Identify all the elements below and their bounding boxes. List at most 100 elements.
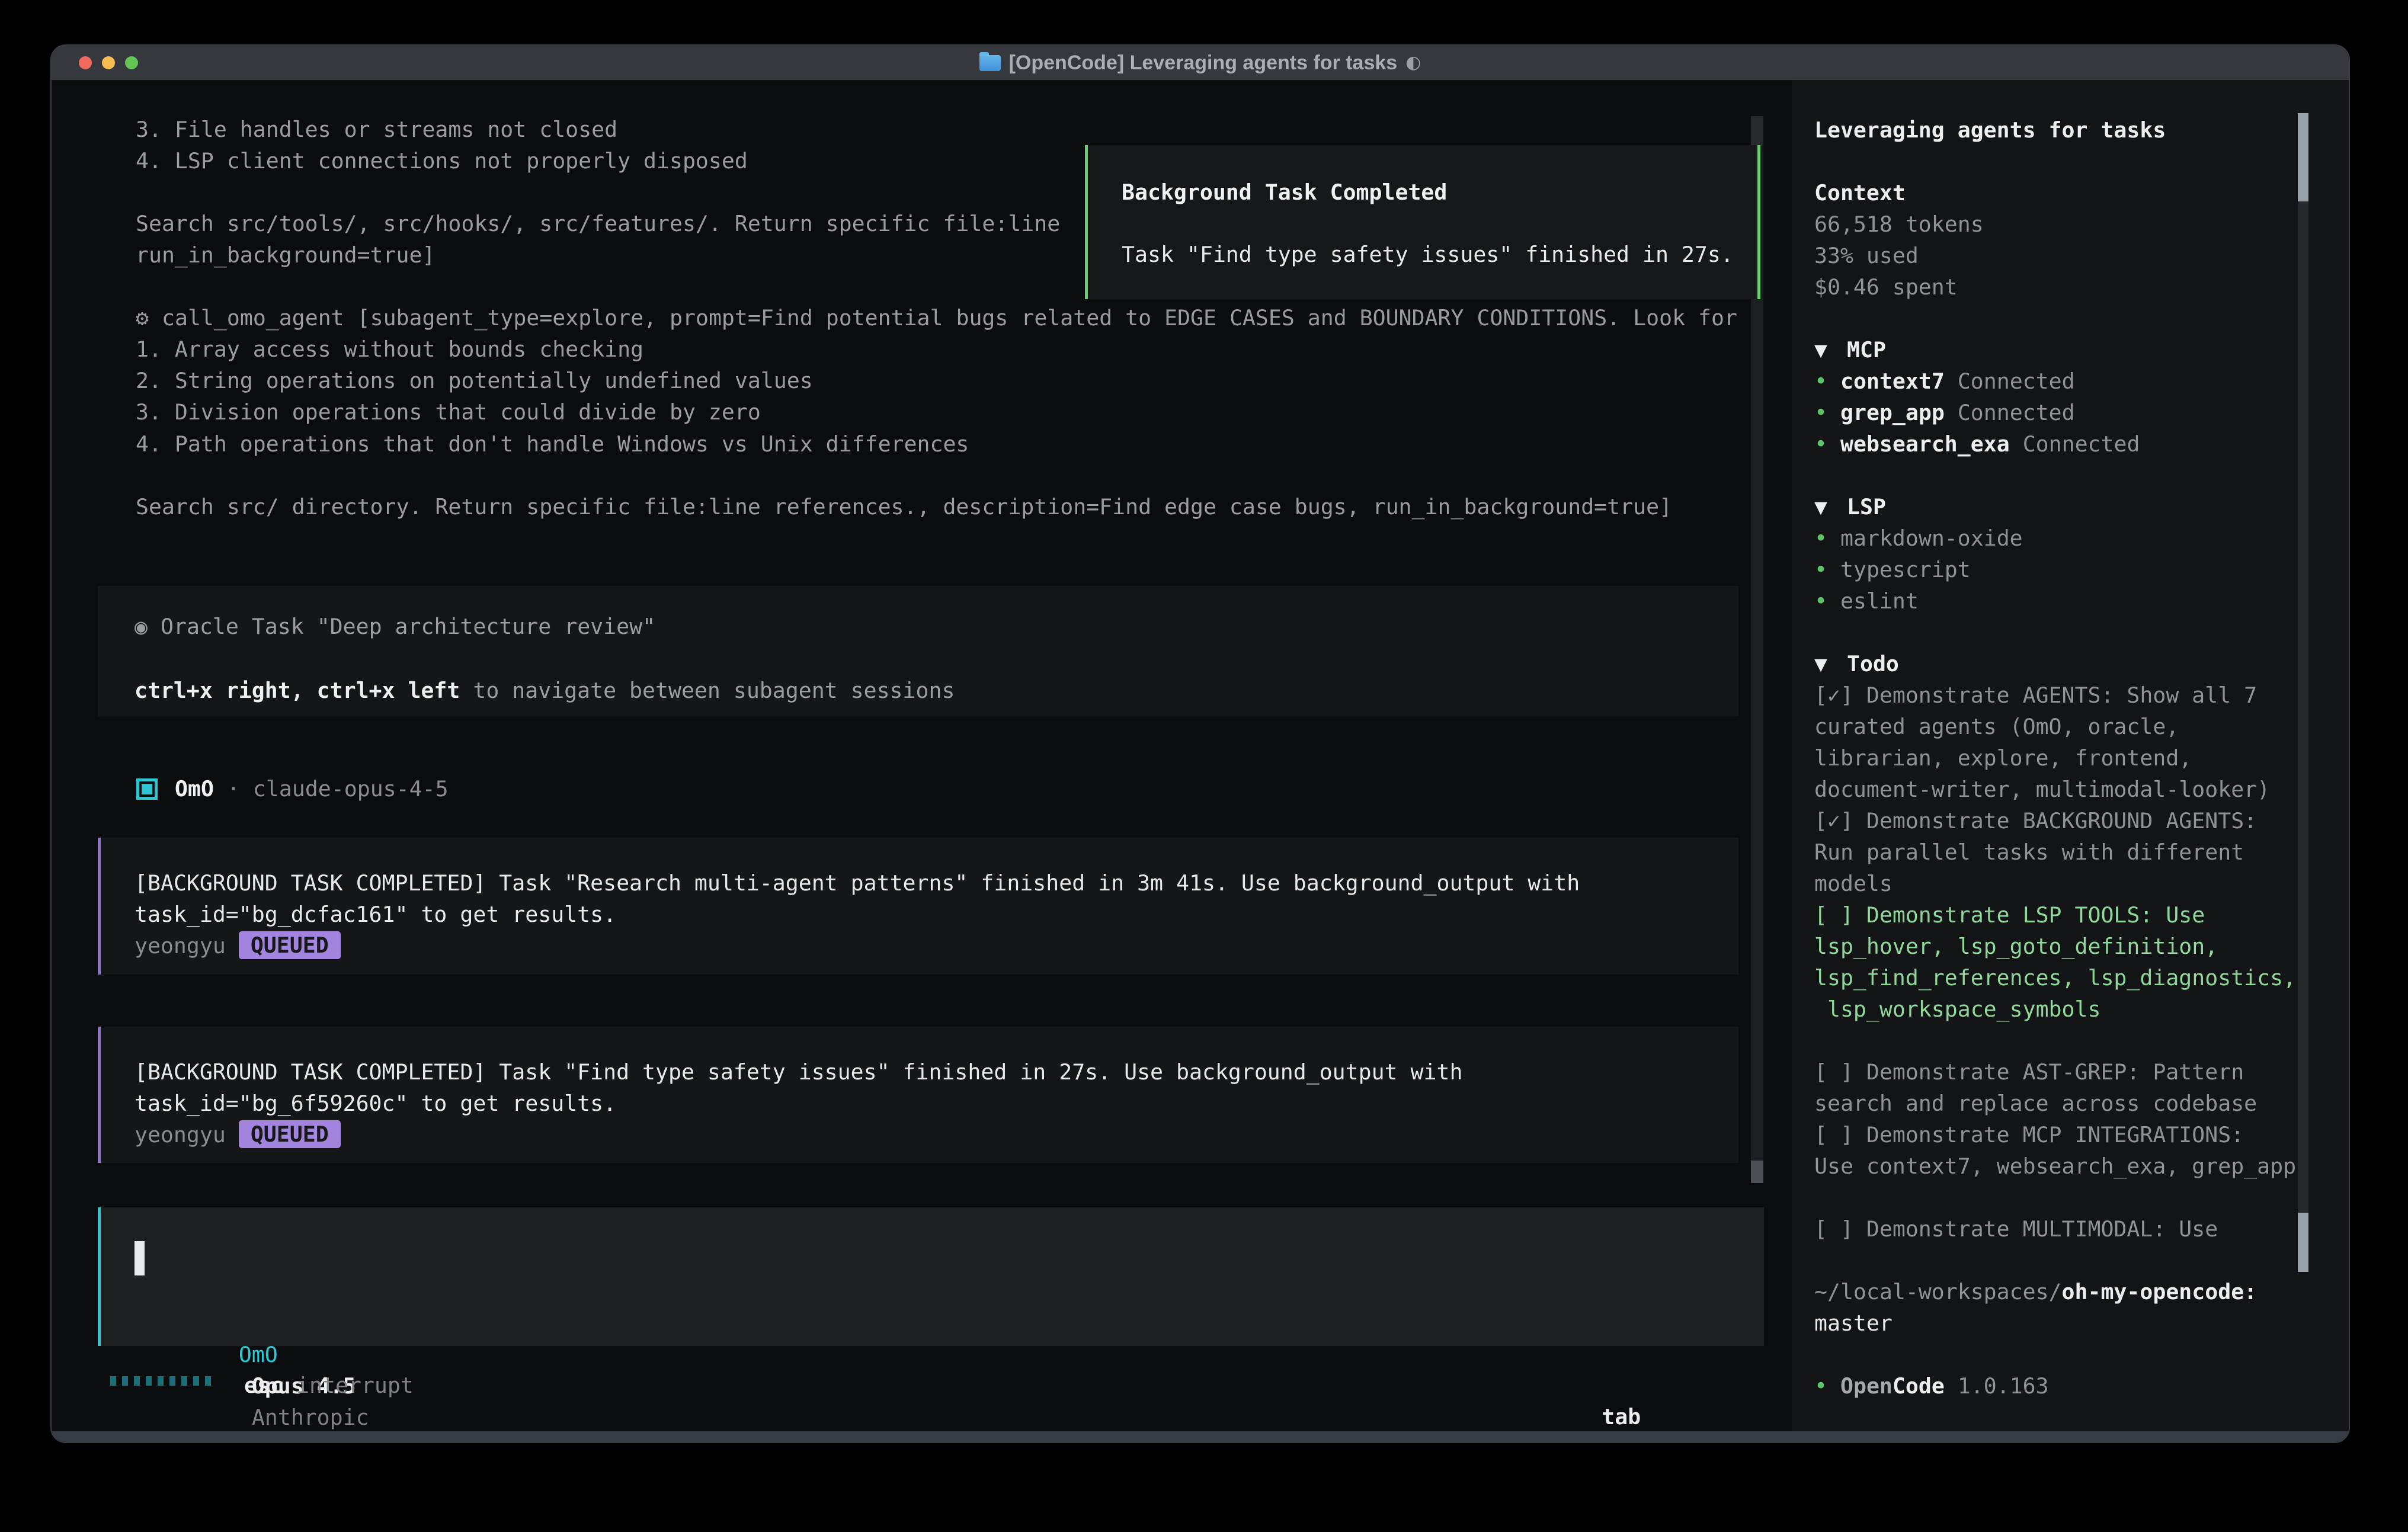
spinner-dot: [205, 1376, 211, 1386]
oracle-shortcut-keys: ctrl+x right, ctrl+x left: [135, 678, 460, 703]
toast-title: Background Task Completed: [1122, 177, 1757, 208]
lsp-section-header[interactable]: ▼LSP: [1814, 491, 2350, 523]
tab-key-hint: tab: [1602, 1404, 1641, 1430]
message-line: [BACKGROUND TASK COMPLETED] Task "Resear…: [135, 867, 1738, 899]
chat-line: Search src/tools/, src/hooks/, src/featu…: [136, 208, 1060, 239]
message-line: task_id="bg_dcfac161" to get results.: [135, 899, 1738, 930]
window-controls: [79, 46, 138, 80]
input-agent-label: OmO: [239, 1342, 278, 1367]
chat-line: 3. File handles or streams not closed: [136, 114, 617, 145]
status-dot-icon: •: [1814, 523, 1840, 554]
chevron-down-icon: ▼: [1814, 648, 1847, 680]
background-task-message: [BACKGROUND TASK COMPLETED] Task "Find t…: [98, 1027, 1738, 1163]
todo-item: [ ] Demonstrate AST-GREP: Pattern search…: [1814, 1056, 2350, 1119]
chat-line: Search src/ directory. Return specific f…: [136, 491, 1672, 523]
sidebar-scrollbar-track[interactable]: [2298, 113, 2308, 1272]
lsp-item: •markdown-oxide: [1814, 523, 2350, 554]
oracle-task-title: Oracle Task "Deep architecture review": [161, 614, 655, 639]
toast-notification[interactable]: Background Task Completed Task "Find typ…: [1085, 145, 1760, 299]
mcp-item: •grep_appConnected: [1814, 397, 2350, 428]
record-icon: ◉: [135, 611, 161, 642]
sidebar-scrollbar-thumb[interactable]: [2298, 113, 2308, 201]
app-version: •OpenCode1.0.163: [1814, 1370, 2350, 1402]
context-used: 33% used: [1814, 240, 2350, 271]
tool-call-text: call_omo_agent [subagent_type=explore, p…: [162, 305, 1737, 331]
status-dot-icon: •: [1814, 397, 1840, 428]
context-heading: Context: [1814, 177, 2350, 209]
spinner-dot: [158, 1376, 164, 1386]
close-window-button[interactable]: [79, 56, 92, 69]
todo-item: [ ] Demonstrate MULTIMODAL: Use: [1814, 1213, 2350, 1245]
message-line: [BACKGROUND TASK COMPLETED] Task "Find t…: [135, 1056, 1738, 1088]
spinner-dot: [169, 1376, 175, 1386]
chat-line: 3. Division operations that could divide…: [136, 396, 761, 428]
spinner-dot: [193, 1376, 199, 1386]
window-bottom-edge: [52, 1431, 2349, 1442]
tool-call-line: ⚙call_omo_agent [subagent_type=explore, …: [136, 302, 1737, 334]
mcp-section-header[interactable]: ▼MCP: [1814, 334, 2350, 366]
toast-body: Task "Find type safety issues" finished …: [1122, 239, 1757, 270]
esc-key-hint: esc: [244, 1370, 283, 1401]
esc-key-label: interrupt: [296, 1370, 414, 1401]
chat-scrollbar-cap: [1751, 116, 1763, 146]
lsp-item: •eslint: [1814, 585, 2350, 617]
agent-name: OmO: [175, 773, 214, 805]
todo-item: [✓] Demonstrate BACKGROUND AGENTS: Run p…: [1814, 805, 2350, 899]
chat-line: 4. Path operations that don't handle Win…: [136, 428, 969, 460]
session-title: Leveraging agents for tasks: [1814, 114, 2350, 146]
spinner-dot: [146, 1376, 152, 1386]
chat-line: 2. String operations on potentially unde…: [136, 365, 813, 396]
spinner-dot: [122, 1376, 128, 1386]
window-title-text: [OpenCode] Leveraging agents for tasks: [1009, 46, 1398, 80]
message-author: yeongyu: [135, 933, 226, 959]
chevron-down-icon: ▼: [1814, 491, 1847, 523]
status-badge: QUEUED: [239, 931, 341, 959]
oracle-shortcut-hint: to navigate between subagent sessions: [460, 678, 955, 703]
todo-section-header[interactable]: ▼Todo: [1814, 648, 2350, 680]
folder-icon: [979, 55, 1001, 71]
status-dot-icon: •: [1814, 428, 1840, 460]
message-author: yeongyu: [135, 1122, 226, 1148]
app-window: [OpenCode] Leveraging agents for tasks ◐…: [50, 44, 2350, 1443]
spinner-dot: [181, 1376, 187, 1386]
input-provider-label: Anthropic: [252, 1405, 369, 1430]
minimize-window-button[interactable]: [102, 56, 115, 69]
workspace-path: ~/local-workspaces/oh-my-opencode:: [1814, 1276, 2350, 1307]
todo-item: [✓] Demonstrate AGENTS: Show all 7 curat…: [1814, 680, 2350, 805]
status-dot-icon: •: [1814, 366, 1840, 397]
lsp-item: •typescript: [1814, 554, 2350, 585]
message-line: task_id="bg_6f59260c" to get results.: [135, 1088, 1738, 1119]
agent-separator: ·: [227, 773, 240, 805]
omo-agent-icon: [136, 778, 158, 800]
titlebar: [OpenCode] Leveraging agents for tasks ◐: [52, 46, 2349, 81]
chevron-down-icon: ▼: [1814, 334, 1847, 366]
chat-line: run_in_background=true]: [136, 239, 435, 271]
workspace-branch: master: [1814, 1307, 2350, 1339]
context-spent: $0.46 spent: [1814, 271, 2350, 303]
mcp-item: •websearch_exaConnected: [1814, 428, 2350, 460]
session-sidebar[interactable]: Leveraging agents for tasks Context 66,5…: [1792, 80, 2350, 1431]
window-title: [OpenCode] Leveraging agents for tasks ◐: [979, 46, 1421, 80]
text-cursor: [135, 1241, 145, 1275]
mcp-item: •context7Connected: [1814, 366, 2350, 397]
oracle-task-panel: ◉Oracle Task "Deep architecture review" …: [98, 586, 1738, 716]
sidebar-scrollbar-thumb-bottom[interactable]: [2298, 1213, 2308, 1272]
context-tokens: 66,518 tokens: [1814, 209, 2350, 240]
spinner-dot: [110, 1376, 116, 1386]
chat-line: 1. Array access without bounds checking: [136, 334, 643, 365]
zoom-window-button[interactable]: [125, 56, 138, 69]
status-dot-icon: •: [1814, 1370, 1840, 1402]
gear-icon: ⚙: [136, 302, 162, 334]
status-dot-icon: •: [1814, 585, 1840, 617]
busy-spinner: [110, 1376, 211, 1386]
agent-header: OmO · claude-opus-4-5: [136, 773, 449, 805]
spinner-dot: [134, 1376, 140, 1386]
status-dot-icon: •: [1814, 554, 1840, 585]
todo-item: [ ] Demonstrate LSP TOOLS: Use lsp_hover…: [1814, 899, 2350, 1025]
moon-icon: ◐: [1405, 46, 1421, 80]
agent-model: claude-opus-4-5: [253, 773, 449, 805]
background-task-message: [BACKGROUND TASK COMPLETED] Task "Resear…: [98, 838, 1738, 975]
chat-scrollbar-thumb[interactable]: [1751, 1161, 1763, 1183]
todo-item: [ ] Demonstrate MCP INTEGRATIONS: Use co…: [1814, 1119, 2350, 1182]
prompt-input[interactable]: OmO Opus 4.5 Anthropic: [98, 1207, 1764, 1346]
